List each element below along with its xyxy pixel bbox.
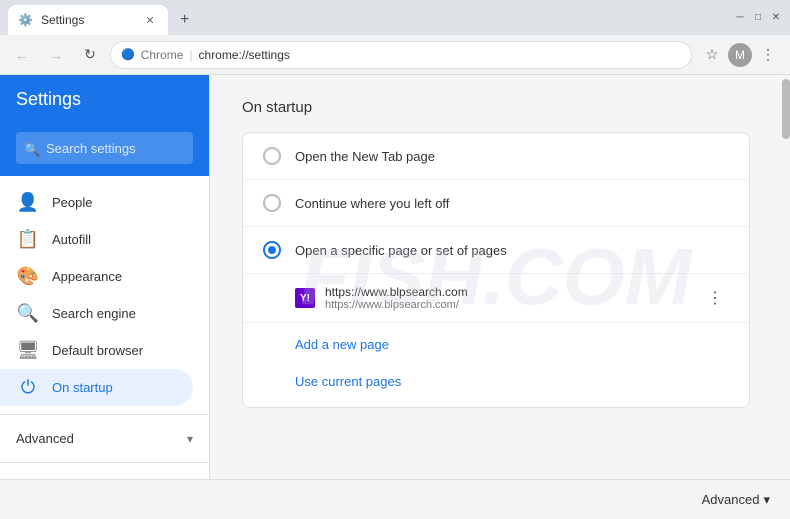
add-page-action: Add a new page — [243, 323, 749, 366]
nav-divider — [0, 414, 209, 415]
back-button[interactable]: ← — [8, 41, 36, 69]
default-browser-icon: 🖥 — [16, 340, 40, 361]
scrollbar-thumb[interactable] — [782, 79, 790, 139]
sidebar-label-on-startup: On startup — [52, 380, 113, 395]
tab-close-button[interactable]: ✕ — [142, 12, 158, 28]
add-page-button[interactable]: Add a new page — [295, 333, 389, 356]
radio-option-continue[interactable]: Continue where you left off — [243, 180, 749, 227]
sidebar: Settings 🔍 👤 People 📋 Autofill 🎨 Appea — [0, 75, 210, 479]
advanced-arrow-icon: ▾ — [187, 432, 193, 446]
radio-circle-continue — [263, 194, 281, 212]
separator: | — [189, 48, 192, 62]
sidebar-nav: 👤 People 📋 Autofill 🎨 Appearance 🔍 Searc… — [0, 176, 209, 479]
sidebar-item-autofill[interactable]: 📋 Autofill — [0, 221, 193, 258]
main-content: FISH.COM On startup Open the New Tab pag… — [210, 75, 782, 479]
window-controls: ─ □ ✕ — [734, 12, 782, 24]
sidebar-item-search-engine[interactable]: 🔍 Search engine — [0, 295, 193, 332]
url-menu-button[interactable]: ⋮ — [701, 284, 729, 312]
section-title: On startup — [242, 99, 750, 116]
sidebar-item-default-browser[interactable]: 🖥 Default browser — [0, 332, 193, 369]
startup-options-card: Open the New Tab page Continue where you… — [242, 132, 750, 408]
advanced-left: Advanced — [16, 431, 74, 446]
startup-url-row: Y! https://www.blpsearch.com https://www… — [243, 274, 749, 323]
sidebar-label-default-browser: Default browser — [52, 343, 143, 358]
url-line2: https://www.blpsearch.com/ — [325, 299, 691, 311]
forward-button[interactable]: → — [42, 41, 70, 69]
use-current-button[interactable]: Use current pages — [295, 370, 401, 393]
address-text: chrome://settings — [199, 48, 290, 62]
autofill-icon: 📋 — [16, 229, 40, 250]
browser-toolbar: ← → ↻ 🔵 Chrome | chrome://settings ☆ M ⋮ — [0, 35, 790, 75]
sidebar-item-people[interactable]: 👤 People — [0, 184, 193, 221]
secure-icon: 🔵 — [121, 48, 135, 61]
url-line1: https://www.blpsearch.com — [325, 285, 691, 299]
sidebar-label-people: People — [52, 195, 92, 210]
address-bar[interactable]: 🔵 Chrome | chrome://settings — [110, 41, 692, 69]
search-engine-icon: 🔍 — [16, 303, 40, 324]
settings-tab[interactable]: ⚙️ Settings ✕ — [8, 5, 168, 35]
radio-label-new-tab: Open the New Tab page — [295, 149, 435, 164]
sidebar-item-on-startup[interactable]: ⏻ On startup — [0, 369, 193, 406]
radio-circle-new-tab — [263, 147, 281, 165]
url-text: https://www.blpsearch.com https://www.bl… — [325, 285, 691, 311]
toolbar-actions: ☆ M ⋮ — [698, 41, 782, 69]
search-input[interactable] — [16, 132, 193, 164]
bottom-bar: Advanced ▾ — [0, 479, 790, 519]
radio-label-specific: Open a specific page or set of pages — [295, 243, 507, 258]
profile-avatar[interactable]: M — [728, 43, 752, 67]
radio-option-specific[interactable]: Open a specific page or set of pages — [243, 227, 749, 274]
radio-circle-specific — [263, 241, 281, 259]
bookmark-button[interactable]: ☆ — [698, 41, 726, 69]
bottom-advanced-label: Advanced — [702, 492, 760, 507]
sidebar-label-advanced: Advanced — [16, 431, 74, 446]
people-icon: 👤 — [16, 192, 40, 213]
radio-label-continue: Continue where you left off — [295, 196, 449, 211]
on-startup-icon: ⏻ — [16, 377, 40, 398]
minimize-button[interactable]: ─ — [734, 12, 746, 24]
search-wrapper: 🔍 — [0, 124, 209, 176]
bottom-advanced-button[interactable]: Advanced ▾ — [702, 492, 770, 508]
sidebar-item-advanced[interactable]: Advanced ▾ — [0, 423, 209, 454]
sidebar-item-appearance[interactable]: 🎨 Appearance — [0, 258, 193, 295]
scrollbar-track[interactable] — [782, 75, 790, 479]
appearance-icon: 🎨 — [16, 266, 40, 287]
refresh-button[interactable]: ↻ — [76, 41, 104, 69]
title-bar: ⚙️ Settings ✕ + ─ □ ✕ — [0, 0, 790, 35]
sidebar-label-search-engine: Search engine — [52, 306, 136, 321]
bottom-advanced-arrow-icon: ▾ — [763, 492, 770, 508]
sidebar-label-autofill: Autofill — [52, 232, 91, 247]
close-button[interactable]: ✕ — [770, 12, 782, 24]
tab-favicon: ⚙️ — [18, 13, 33, 27]
maximize-button[interactable]: □ — [752, 12, 764, 24]
use-current-action: Use current pages — [243, 366, 749, 407]
sidebar-label-appearance: Appearance — [52, 269, 122, 284]
settings-page: Settings 🔍 👤 People 📋 Autofill 🎨 Appea — [0, 75, 790, 479]
tab-title: Settings — [41, 13, 134, 27]
sidebar-header: Settings — [0, 75, 209, 124]
radio-option-new-tab[interactable]: Open the New Tab page — [243, 133, 749, 180]
new-tab-button[interactable]: + — [172, 5, 197, 35]
url-favicon: Y! — [295, 288, 315, 308]
sidebar-item-extensions[interactable]: Extensions ↗ — [0, 471, 209, 479]
nav-divider-2 — [0, 462, 209, 463]
menu-button[interactable]: ⋮ — [754, 41, 782, 69]
chrome-label: Chrome — [141, 48, 184, 62]
